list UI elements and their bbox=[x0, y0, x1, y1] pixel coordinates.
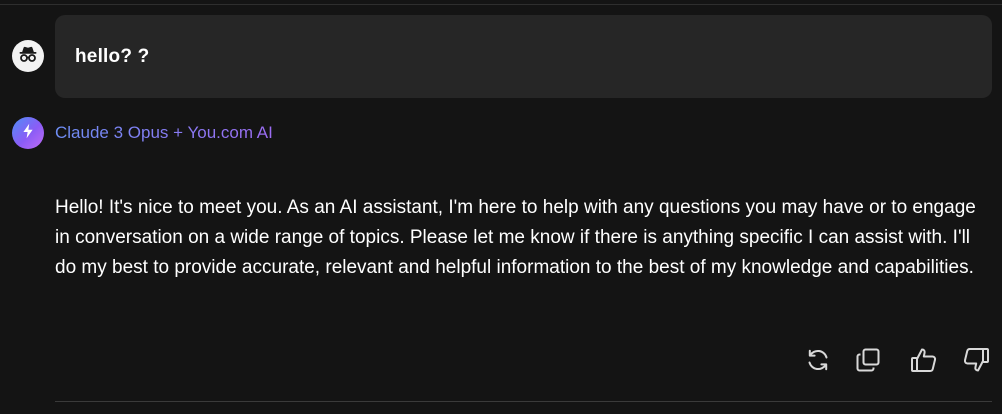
lightning-bolt-icon bbox=[21, 123, 35, 144]
copy-icon bbox=[854, 346, 882, 374]
thumbs-down-icon bbox=[961, 345, 991, 375]
user-message-text: hello? ? bbox=[75, 45, 150, 67]
thumbs-up-button[interactable] bbox=[908, 344, 940, 376]
user-message-bubble: hello? ? bbox=[55, 15, 992, 98]
chat-page: hello? ? Claude 3 Opus + You.com AI Hell… bbox=[0, 0, 1002, 414]
user-avatar bbox=[12, 40, 44, 72]
bottom-divider bbox=[55, 401, 992, 402]
copy-button[interactable] bbox=[852, 344, 884, 376]
thumbs-down-button[interactable] bbox=[960, 344, 992, 376]
assistant-response-text: Hello! It's nice to meet you. As an AI a… bbox=[55, 197, 976, 278]
top-divider bbox=[0, 4, 1002, 5]
incognito-icon bbox=[16, 42, 40, 71]
model-name-label: Claude 3 Opus + You.com AI bbox=[55, 123, 273, 142]
refresh-icon bbox=[804, 346, 832, 374]
thumbs-up-icon bbox=[909, 345, 939, 375]
regenerate-button[interactable] bbox=[802, 344, 834, 376]
assistant-avatar bbox=[12, 117, 44, 149]
message-actions bbox=[0, 344, 1002, 378]
